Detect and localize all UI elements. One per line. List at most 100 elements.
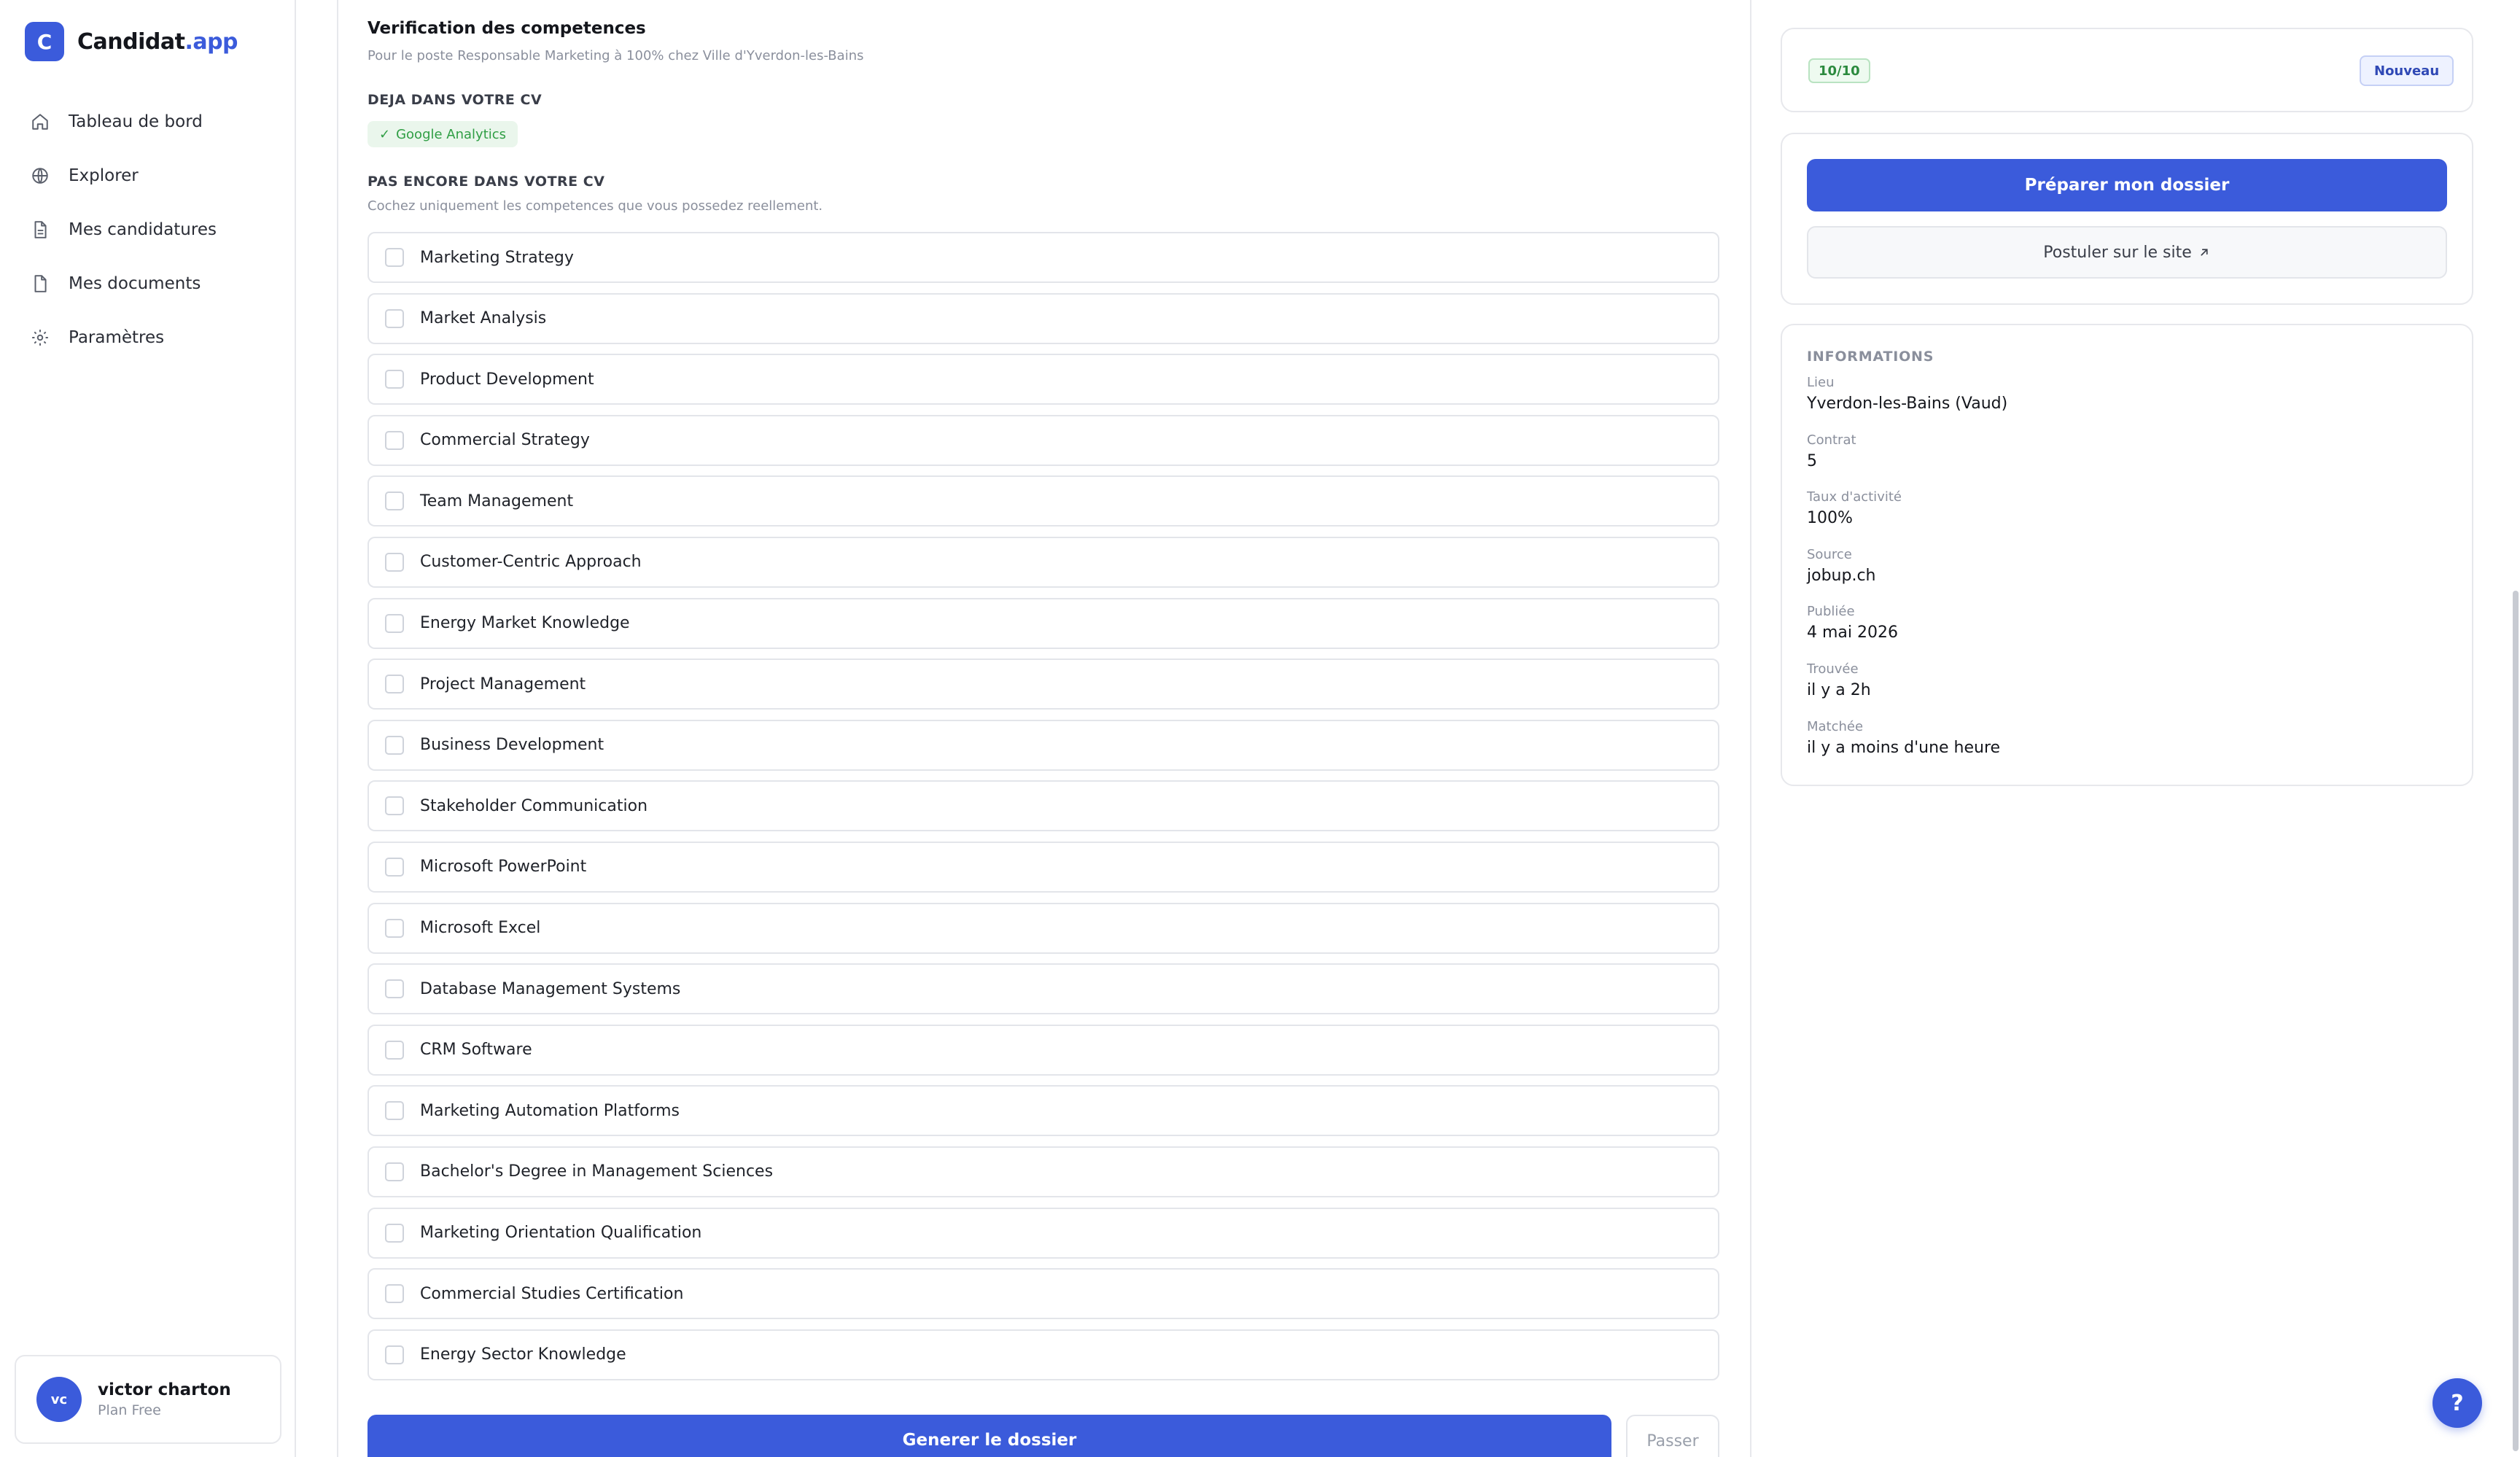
home-icon [32, 114, 48, 130]
skill-label: Commercial Studies Certification [420, 1284, 684, 1303]
skill-checkbox[interactable] [385, 675, 404, 694]
informations-list: Lieu Yverdon-les-Bains (Vaud) Contrat 5 Ta… [1807, 375, 2007, 776]
sidebar-item-parametres[interactable]: Paramètres [25, 311, 273, 365]
user-plan: Plan Free [98, 1402, 161, 1418]
skill-checkbox[interactable] [385, 1040, 404, 1060]
info-key: Lieu [1807, 375, 1835, 390]
skills-hint: Cochez uniquement les competences que vo… [368, 198, 823, 214]
brand-logo: C [25, 22, 64, 61]
skill-checkbox[interactable] [385, 1101, 404, 1121]
skill-option-marketing-automation-platforms[interactable]: Marketing Automation Platforms [368, 1085, 1719, 1137]
globe-icon [32, 168, 48, 184]
skill-label: Energy Sector Knowledge [420, 1345, 626, 1364]
file-icon [34, 275, 47, 292]
skill-option-bachelors-degree[interactable]: Bachelor's Degree in Management Sciences [368, 1146, 1719, 1197]
info-key: Trouvée [1807, 661, 1859, 677]
brand-name-main: Candidat [77, 28, 185, 55]
skill-label: Customer-Centric Approach [420, 553, 642, 572]
skill-option-energy-market-knowledge[interactable]: Energy Market Knowledge [368, 597, 1719, 649]
sidebar-nav: Tableau de bord Explorer Mes candidature… [25, 95, 273, 365]
skill-checkbox[interactable] [385, 979, 404, 999]
info-item-taux: Taux d'activité 100% [1807, 489, 2007, 547]
file-text-icon [34, 221, 47, 238]
sidebar-item-label: Explorer [69, 166, 139, 185]
skill-option-commercial-strategy[interactable]: Commercial Strategy [368, 414, 1719, 466]
skill-label: CRM Software [420, 1041, 532, 1060]
sidebar-item-mes-documents[interactable]: Mes documents [25, 257, 273, 311]
avatar: vc [36, 1377, 82, 1422]
info-value: jobup.ch [1807, 566, 1876, 585]
skill-option-customer-centric-approach[interactable]: Customer-Centric Approach [368, 536, 1719, 588]
info-key: Taux d'activité [1807, 489, 1902, 505]
brand-name: Candidat.app [77, 29, 238, 55]
info-value: il y a 2h [1807, 680, 1871, 699]
skill-checkbox[interactable] [385, 430, 404, 450]
skill-label: Stakeholder Communication [420, 796, 648, 815]
info-value: 100% [1807, 509, 1853, 528]
help-button[interactable]: ? [2432, 1378, 2482, 1428]
skill-tag-label: Google Analytics [396, 126, 507, 142]
user-info: victor charton Plan Free [98, 1380, 231, 1418]
match-score-badge: 10/10 [1808, 58, 1870, 83]
skill-label: Project Management [420, 675, 586, 693]
skill-checkbox[interactable] [385, 796, 404, 816]
skill-checkbox[interactable] [385, 370, 404, 389]
info-value: 4 mai 2026 [1807, 623, 1898, 642]
skill-option-team-management[interactable]: Team Management [368, 475, 1719, 527]
skill-option-crm-software[interactable]: CRM Software [368, 1024, 1719, 1076]
skill-checkbox[interactable] [385, 918, 404, 938]
skill-checkbox[interactable] [385, 613, 404, 633]
sidebar-item-explorer[interactable]: Explorer [25, 149, 273, 203]
skill-checkbox[interactable] [385, 248, 404, 267]
skill-option-market-analysis[interactable]: Market Analysis [368, 292, 1719, 344]
scrollbar[interactable] [2513, 591, 2519, 1451]
skill-option-business-development[interactable]: Business Development [368, 719, 1719, 771]
apply-button-label: Postuler sur le site [2043, 243, 2192, 262]
info-key: Matchée [1807, 718, 1864, 734]
user-name: victor charton [98, 1380, 231, 1399]
skill-tag-in-cv: ✓ Google Analytics [368, 121, 518, 147]
prepare-dossier-button[interactable]: Préparer mon dossier [1807, 159, 2447, 211]
skill-option-marketing-strategy[interactable]: Marketing Strategy [368, 232, 1719, 283]
skill-checkbox[interactable] [385, 735, 404, 755]
skill-checkbox[interactable] [385, 1223, 404, 1243]
skill-option-database-management-systems[interactable]: Database Management Systems [368, 963, 1719, 1015]
skill-checkbox[interactable] [385, 1162, 404, 1181]
skill-option-product-development[interactable]: Product Development [368, 354, 1719, 405]
brand[interactable]: C Candidat.app [25, 22, 238, 61]
section-subtitle: Pour le poste Responsable Marketing à 10… [368, 48, 864, 63]
skills-checklist: Marketing Strategy Market Analysis Produ… [368, 232, 1719, 1390]
skill-checkbox[interactable] [385, 1284, 404, 1304]
generate-dossier-button[interactable]: Generer le dossier [368, 1415, 1611, 1457]
skill-option-energy-sector-knowledge[interactable]: Energy Sector Knowledge [368, 1329, 1719, 1380]
brand-name-accent: .app [184, 28, 238, 55]
skill-checkbox[interactable] [385, 308, 404, 328]
info-item-source: Source jobup.ch [1807, 547, 2007, 605]
skill-checkbox[interactable] [385, 1345, 404, 1364]
skill-option-stakeholder-communication[interactable]: Stakeholder Communication [368, 780, 1719, 832]
user-card[interactable]: vc victor charton Plan Free [15, 1355, 281, 1444]
skill-option-project-management[interactable]: Project Management [368, 658, 1719, 710]
skill-label: Product Development [420, 370, 594, 389]
sidebar-item-tableau-de-bord[interactable]: Tableau de bord [25, 95, 273, 149]
apply-on-site-button[interactable]: Postuler sur le site [1807, 226, 2447, 279]
sidebar-item-label: Paramètres [69, 328, 165, 347]
skip-button[interactable]: Passer [1626, 1415, 1719, 1457]
sidebar: C Candidat.app Tableau de bord Explorer … [0, 0, 296, 1457]
info-item-trouvee: Trouvée il y a 2h [1807, 661, 2007, 719]
skill-option-microsoft-powerpoint[interactable]: Microsoft PowerPoint [368, 841, 1719, 893]
informations-title: INFORMATIONS [1807, 349, 1934, 365]
skill-checkbox[interactable] [385, 552, 404, 572]
skill-label: Team Management [420, 492, 574, 510]
sidebar-item-label: Mes candidatures [69, 220, 217, 239]
skill-option-commercial-studies-certification[interactable]: Commercial Studies Certification [368, 1268, 1719, 1320]
sidebar-item-mes-candidatures[interactable]: Mes candidatures [25, 203, 273, 257]
skill-option-marketing-orientation-qualification[interactable]: Marketing Orientation Qualification [368, 1207, 1719, 1259]
external-link-icon [2201, 249, 2208, 256]
skill-checkbox[interactable] [385, 492, 404, 511]
sidebar-item-label: Tableau de bord [69, 112, 203, 131]
skill-label: Bachelor's Degree in Management Sciences [420, 1162, 774, 1181]
info-item-matchee: Matchée il y a moins d'une heure [1807, 719, 2007, 777]
skill-checkbox[interactable] [385, 857, 404, 877]
skill-option-microsoft-excel[interactable]: Microsoft Excel [368, 902, 1719, 954]
